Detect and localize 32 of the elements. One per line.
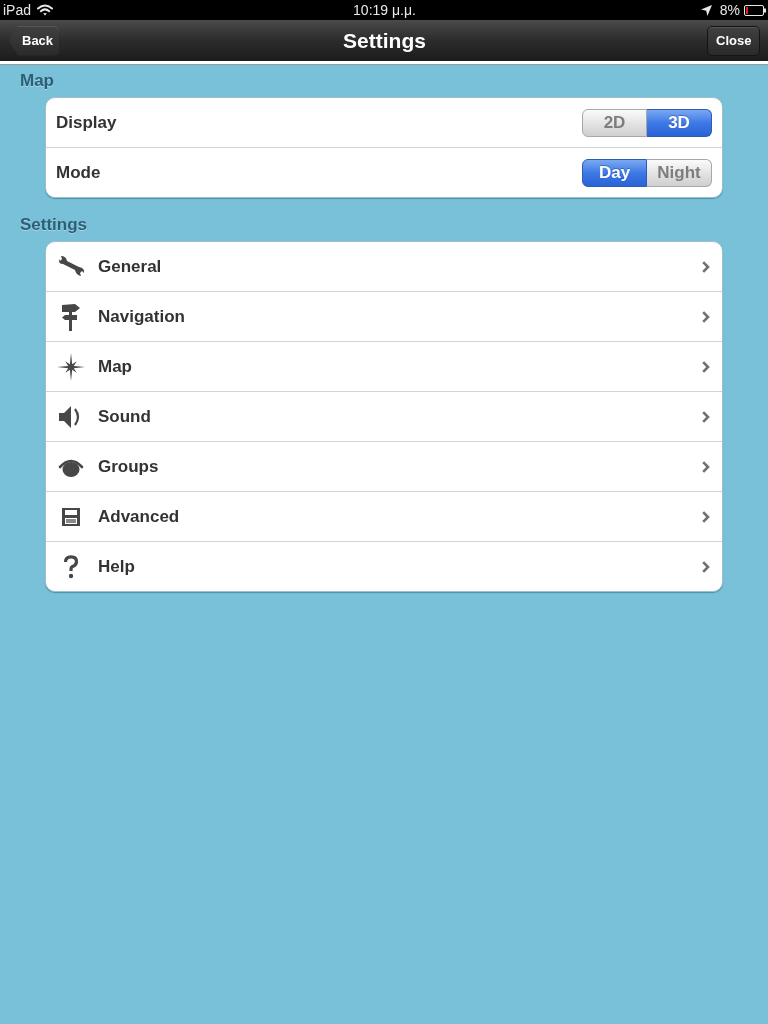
back-button[interactable]: Back (9, 25, 59, 56)
menu-item[interactable]: Groups (46, 441, 722, 491)
chevron-icon (702, 360, 710, 373)
close-button[interactable]: Close (707, 25, 760, 56)
row-label: Mode (56, 162, 102, 183)
chevron-icon (702, 260, 710, 273)
segment-button[interactable]: Day (582, 158, 647, 187)
chevron-icon (702, 410, 710, 423)
device-name: iPad (3, 1, 32, 20)
question-mark-icon (63, 554, 79, 579)
section-header: Settings (20, 214, 89, 235)
menu-item[interactable]: Navigation (46, 291, 722, 341)
screen-title: Settings (343, 28, 426, 53)
battery-percent: 8% (719, 1, 740, 20)
menu-item[interactable]: Help (46, 541, 722, 591)
chevron-icon (702, 510, 710, 523)
section-header: Map (20, 70, 55, 91)
signpost-icon (61, 302, 81, 331)
location-arrow-icon (700, 4, 712, 16)
battery-icon (744, 4, 766, 16)
menu-item[interactable]: Map (46, 341, 722, 391)
wifi-icon (37, 4, 54, 16)
clock-time: 10:19 μ.μ. (353, 1, 416, 20)
chevron-icon (702, 560, 710, 573)
menu-item[interactable]: Sound (46, 391, 722, 441)
chevron-icon (702, 310, 710, 323)
chevron-icon (702, 460, 710, 473)
menu-item[interactable]: Advanced (46, 491, 722, 541)
wrench-icon (57, 255, 85, 278)
row-label: Display (56, 112, 118, 133)
menu-item[interactable]: General (46, 242, 722, 291)
segment-button[interactable]: 3D (647, 108, 712, 137)
